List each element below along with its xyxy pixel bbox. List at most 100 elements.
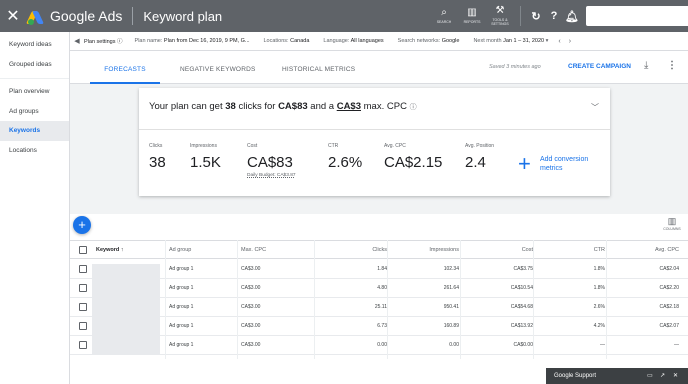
row-checkbox[interactable]	[79, 341, 87, 349]
table-row[interactable]: Ad group 1 CA$3.00 4.80 261.64 CA$10.54 …	[70, 279, 688, 298]
tab-bar: FORECASTS NEGATIVE KEYWORDS HISTORICAL M…	[70, 52, 688, 84]
cell-cost: CA$0.00	[513, 342, 533, 348]
language-setting[interactable]: Language: All languages	[323, 38, 383, 44]
row-checkbox[interactable]	[79, 303, 87, 311]
metric-avg-position: Avg. Position 2.4	[465, 143, 495, 171]
cell-avg-cpc: —	[674, 342, 679, 348]
cell-max-cpc[interactable]: CA$3.00	[241, 279, 260, 298]
cell-max-cpc[interactable]: CA$3.00	[241, 336, 260, 355]
daily-budget-link[interactable]: Daily Budget: CA$3.87	[247, 173, 296, 178]
tab-negative-keywords[interactable]: NEGATIVE KEYWORDS	[180, 52, 256, 84]
sidebar-item-locations[interactable]: Locations	[0, 141, 69, 161]
top-app-bar: ✕ Google Ads Keyword plan ⌕ SEARCH ▥ REP…	[0, 0, 688, 32]
table-row[interactable]: Ad group 1 CA$3.00 0.00 0.00 CA$0.00 — —	[70, 336, 688, 355]
row-checkbox[interactable]	[79, 322, 87, 330]
column-header-impressions[interactable]: Impressions	[388, 241, 459, 260]
plus-icon: +	[518, 151, 531, 176]
sidebar: Keyword ideas Grouped ideas Plan overvie…	[0, 32, 70, 384]
plan-settings-label[interactable]: Plan settings ⓘ	[84, 37, 123, 45]
metric-avg-cpc: Avg. CPC CA$2.15	[384, 143, 443, 171]
search-button[interactable]: ⌕ SEARCH	[430, 0, 458, 32]
date-range-selector[interactable]: Next month Jan 1 – 31, 2020 ▾	[473, 38, 548, 44]
download-icon[interactable]: ⤓	[644, 60, 648, 71]
locations-setting[interactable]: Locations: Canada	[264, 38, 310, 44]
search-icon: ⌕	[441, 7, 447, 18]
refresh-icon[interactable]: ↻	[527, 10, 545, 23]
chevron-down-icon[interactable]: ﹀	[591, 102, 599, 113]
cell-cost: CA$54.68	[510, 304, 533, 310]
create-campaign-button[interactable]: CREATE CAMPAIGN	[568, 63, 631, 70]
help-icon[interactable]: ⓘ	[410, 104, 417, 111]
reports-button[interactable]: ▥ REPORTS	[458, 0, 486, 32]
column-header-max-cpc[interactable]: Max. CPC	[241, 241, 266, 260]
help-icon[interactable]: ?	[545, 10, 563, 22]
tab-historical-metrics[interactable]: HISTORICAL METRICS	[282, 52, 355, 84]
sidebar-item-keyword-ideas[interactable]: Keyword ideas	[0, 35, 69, 55]
minimize-icon[interactable]: ▭	[647, 372, 653, 379]
account-search-input[interactable]	[586, 6, 688, 26]
column-header-clicks[interactable]: Clicks	[314, 241, 387, 260]
previous-period-icon[interactable]: ‹	[558, 38, 560, 45]
column-divider	[314, 240, 315, 359]
cell-max-cpc[interactable]: CA$3.00	[241, 260, 260, 279]
cell-ctr: 1.8%	[593, 285, 605, 291]
column-divider	[460, 240, 461, 359]
column-header-ad-group[interactable]: Ad group	[169, 241, 191, 260]
cell-ad-group[interactable]: Ad group 1	[169, 260, 193, 279]
cell-impressions: 950.41	[443, 304, 459, 310]
divider	[520, 6, 521, 26]
google-support-panel[interactable]: Google Support ▭ ↗ ✕	[546, 368, 688, 384]
plan-settings-bar: ◀ Plan settings ⓘ Plan name: Plan from D…	[70, 32, 688, 51]
column-header-cost[interactable]: Cost	[460, 241, 533, 260]
more-vert-icon[interactable]: ⋮	[667, 60, 677, 71]
tab-forecasts[interactable]: FORECASTS	[90, 52, 160, 84]
cell-cost: CA$10.54	[510, 285, 533, 291]
table-row[interactable]: Ad group 1 CA$3.00 6.73 160.89 CA$13.92 …	[70, 317, 688, 336]
metric-cost: Cost CA$83 Daily Budget: CA$3.87	[247, 143, 296, 178]
cell-ad-group[interactable]: Ad group 1	[169, 317, 193, 336]
column-header-keyword[interactable]: Keyword ↑	[96, 241, 124, 260]
search-networks-setting[interactable]: Search networks: Google	[398, 38, 460, 44]
sort-arrow-icon: ↑	[120, 247, 124, 253]
plan-name-setting[interactable]: Plan name: Plan from Dec 16, 2019, 9 PM,…	[135, 38, 250, 44]
help-icon[interactable]: ⓘ	[117, 39, 123, 45]
collapse-arrow-icon[interactable]: ◀	[70, 37, 84, 45]
close-icon[interactable]: ✕	[673, 372, 678, 379]
cell-ad-group[interactable]: Ad group 1	[169, 336, 193, 355]
next-period-icon[interactable]: ›	[569, 38, 571, 45]
add-conversion-metrics-button[interactable]: + Add conversion metrics	[518, 151, 600, 176]
reports-icon: ▥	[467, 7, 477, 18]
sidebar-item-grouped-ideas[interactable]: Grouped ideas	[0, 55, 69, 75]
cell-ad-group[interactable]: Ad group 1	[169, 298, 193, 317]
cell-impressions: 160.89	[443, 323, 459, 329]
cell-ad-group[interactable]: Ad group 1	[169, 279, 193, 298]
metric-impressions: Impressions 1.5K	[190, 143, 221, 171]
select-all-checkbox[interactable]	[79, 246, 87, 254]
cell-max-cpc[interactable]: CA$3.00	[241, 298, 260, 317]
sidebar-item-keywords[interactable]: Keywords	[0, 121, 69, 141]
columns-button[interactable]: ▥ COLUMNS	[660, 216, 684, 231]
column-header-avg-cpc[interactable]: Avg. CPC	[606, 241, 679, 260]
popout-icon[interactable]: ↗	[660, 372, 665, 379]
tools-settings-button[interactable]: ⚒ TOOLS & SETTINGS	[486, 0, 514, 32]
table-row[interactable]: Ad group 1 CA$3.00 1.84 102.34 CA$3.75 1…	[70, 260, 688, 279]
max-cpc-link[interactable]: CA$3	[337, 101, 361, 112]
column-divider	[533, 240, 534, 359]
bell-icon[interactable]: 🔔︎	[563, 10, 581, 23]
cell-cost: CA$13.92	[510, 323, 533, 329]
sidebar-item-ad-groups[interactable]: Ad groups	[0, 102, 69, 122]
sidebar-item-plan-overview[interactable]: Plan overview	[0, 82, 69, 102]
row-checkbox[interactable]	[79, 265, 87, 273]
divider	[132, 7, 134, 25]
table-row[interactable]: Ad group 1 CA$3.00 25.11 950.41 CA$54.68…	[70, 298, 688, 317]
column-divider	[165, 240, 166, 359]
row-checkbox[interactable]	[79, 284, 87, 292]
add-keyword-button[interactable]: +	[73, 216, 91, 234]
app-name: Google Ads	[50, 8, 123, 24]
cell-clicks: 1.84	[377, 266, 387, 272]
support-title: Google Support	[554, 373, 597, 379]
columns-icon: ▥	[667, 216, 677, 226]
column-header-ctr[interactable]: CTR	[534, 241, 605, 260]
cell-max-cpc[interactable]: CA$3.00	[241, 317, 260, 336]
close-icon[interactable]: ✕	[0, 6, 26, 26]
